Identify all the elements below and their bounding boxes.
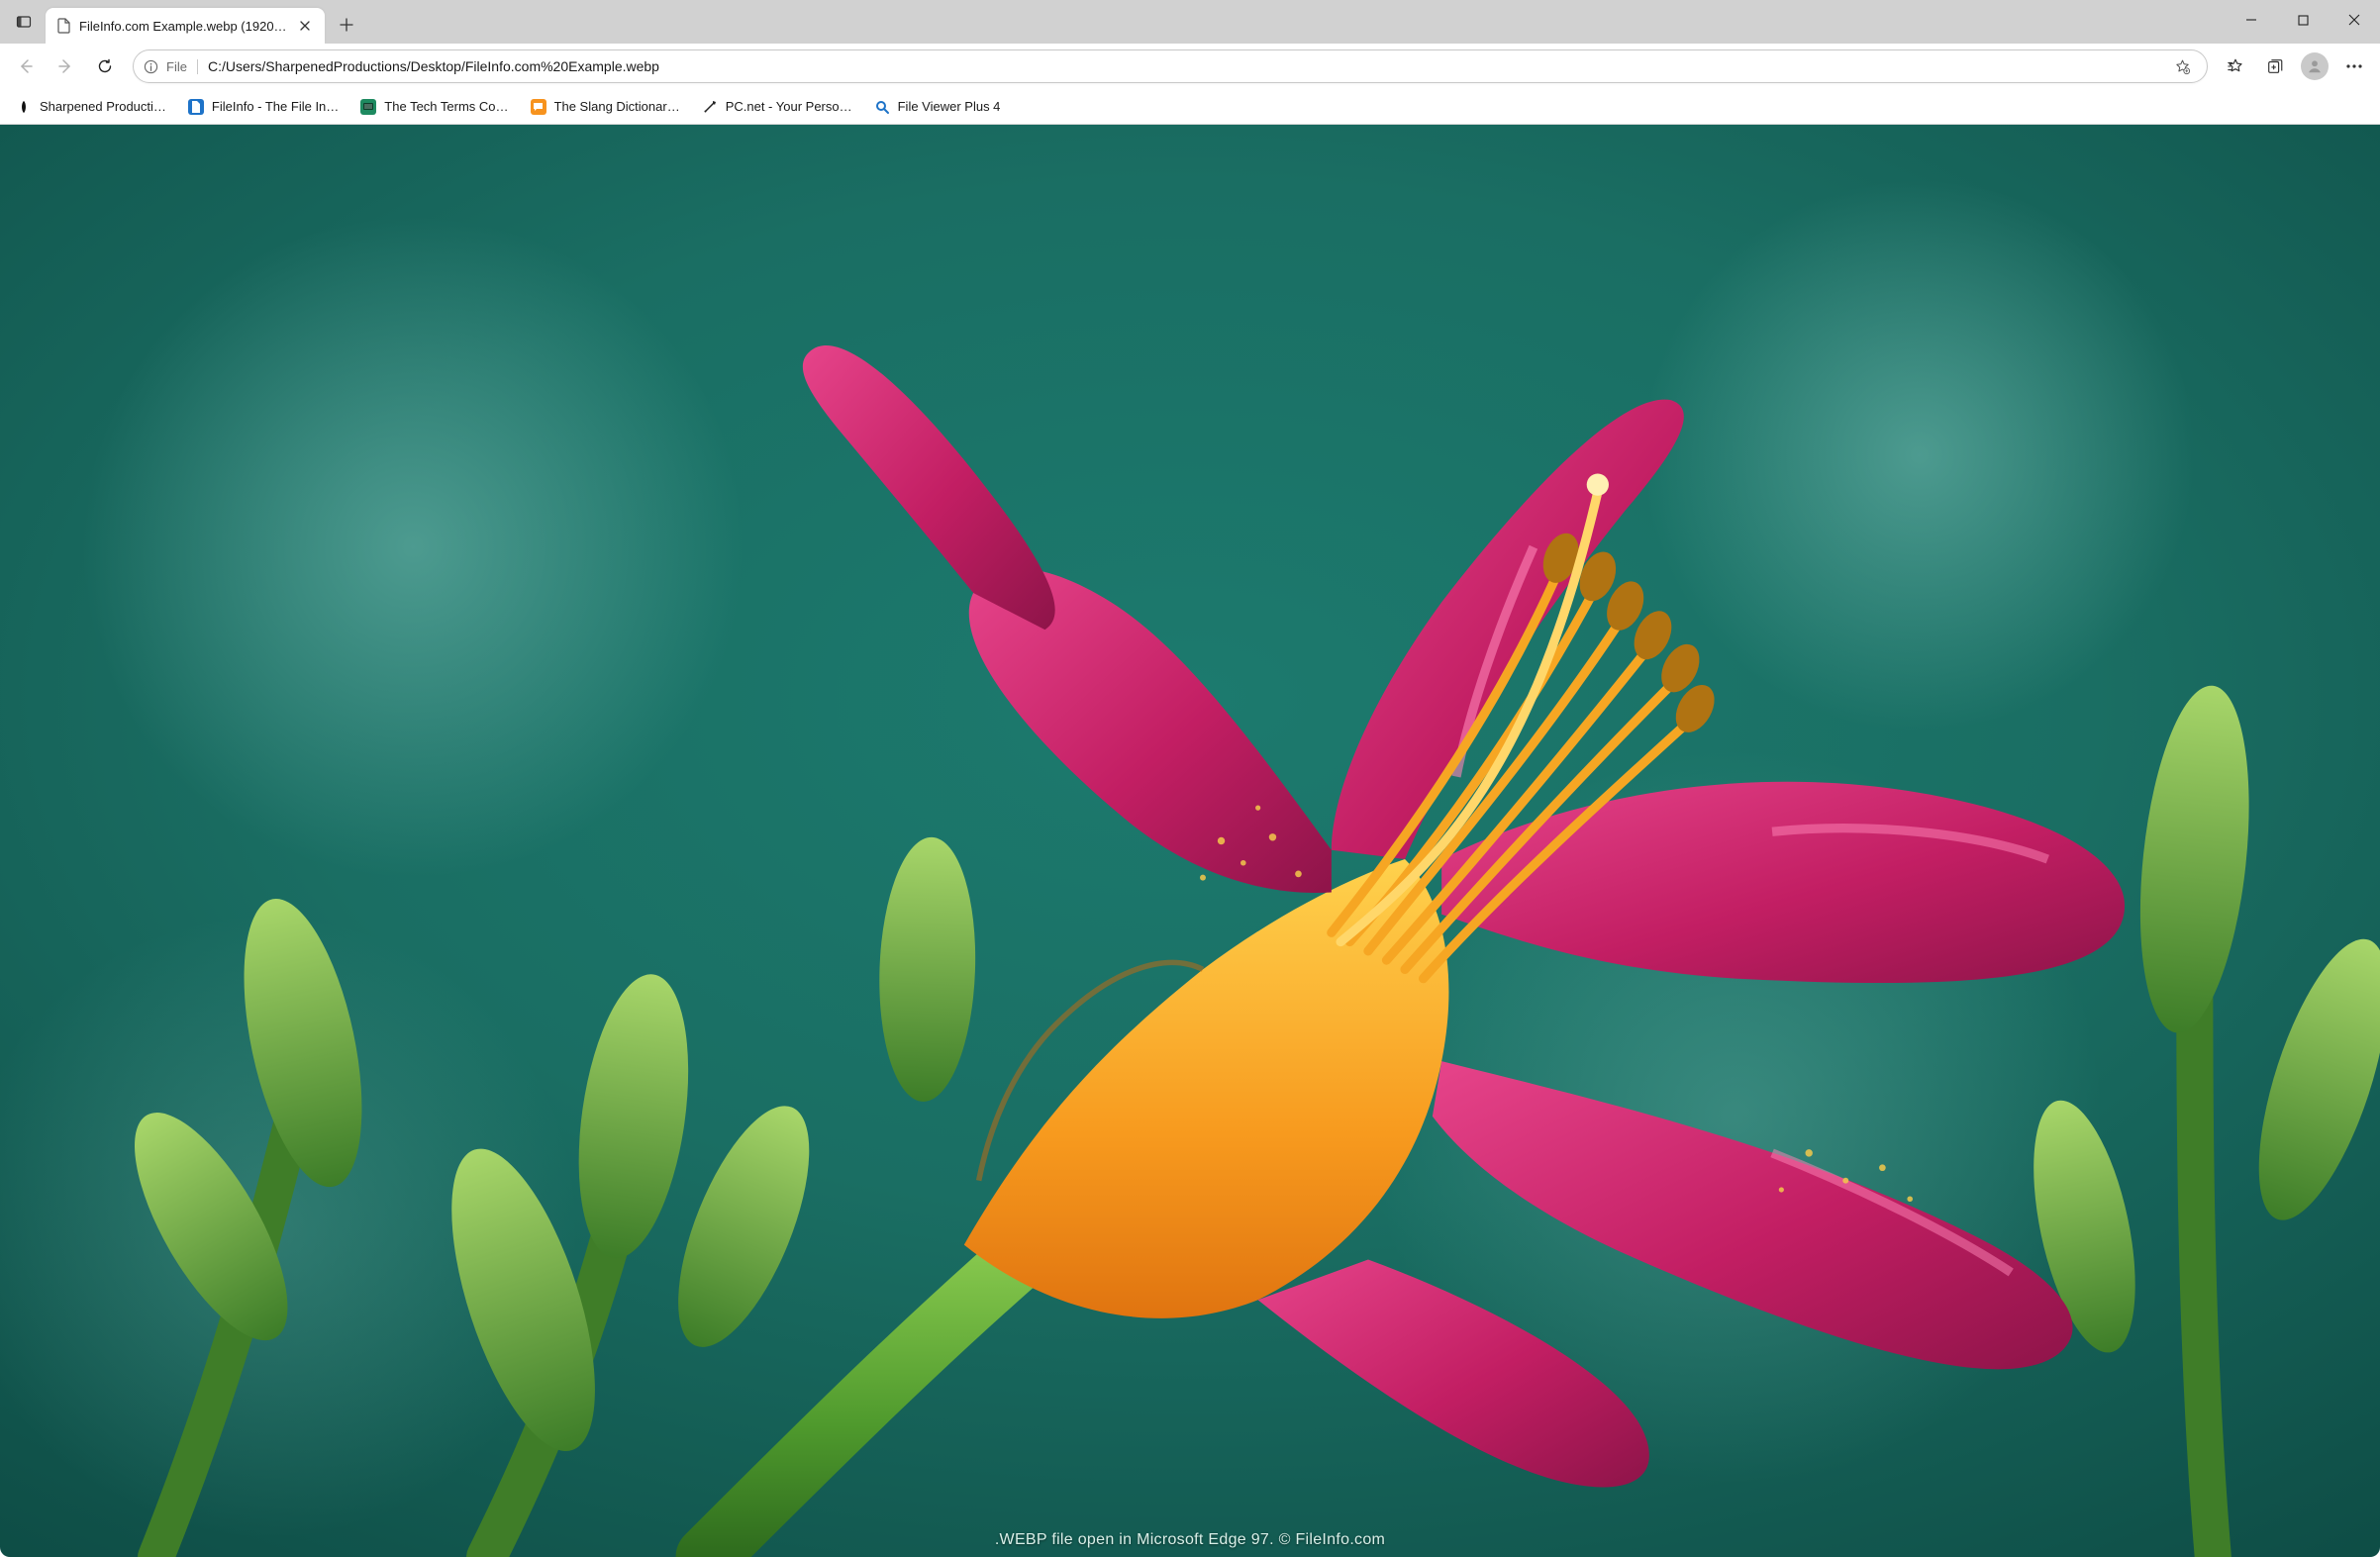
window-minimize-button[interactable] [2226, 0, 2277, 40]
close-icon [2348, 14, 2360, 26]
bookmark-favicon [360, 99, 376, 115]
toolbar: File C:/Users/SharpenedProductions/Deskt… [0, 44, 2380, 89]
new-tab-button[interactable] [331, 9, 362, 41]
address-scheme-label: File [166, 59, 187, 74]
bookmark-label: File Viewer Plus 4 [898, 99, 1001, 114]
content-viewport: .WEBP file open in Microsoft Edge 97. © … [0, 125, 2380, 1557]
favorites-button[interactable] [2218, 49, 2253, 84]
close-icon [300, 21, 310, 31]
bookmark-item[interactable]: Sharpened Producti… [8, 95, 174, 119]
arrow-left-icon [17, 57, 35, 75]
address-bar[interactable]: File C:/Users/SharpenedProductions/Deskt… [133, 49, 2208, 83]
bookmark-favicon [531, 99, 546, 115]
image-container[interactable] [0, 125, 2380, 1557]
favorites-icon [2227, 57, 2244, 75]
nav-back-button[interactable] [8, 49, 44, 84]
address-scheme[interactable]: File [144, 59, 198, 74]
bookmark-favicon [188, 99, 204, 115]
bookmark-label: PC.net - Your Perso… [726, 99, 852, 114]
info-icon [144, 59, 158, 74]
bookmark-item[interactable]: FileInfo - The File In… [180, 95, 347, 119]
refresh-icon [96, 57, 114, 75]
settings-menu-button[interactable] [2336, 49, 2372, 84]
bookmark-favicon [874, 99, 890, 115]
bookmarks-bar: Sharpened Producti… FileInfo - The File … [0, 89, 2380, 125]
read-aloud-button[interactable] [2167, 51, 2197, 81]
bookmark-label: Sharpened Producti… [40, 99, 166, 114]
address-url: C:/Users/SharpenedProductions/Desktop/Fi… [208, 58, 2167, 74]
ellipsis-icon [2345, 64, 2363, 68]
profile-button[interactable] [2297, 49, 2332, 84]
maximize-icon [2298, 15, 2309, 26]
titlebar: FileInfo.com Example.webp (1920… [0, 0, 2380, 44]
tab-actions-icon [16, 14, 32, 30]
star-plus-icon [2174, 58, 2191, 75]
bookmark-label: The Slang Dictionar… [554, 99, 680, 114]
tab-title: FileInfo.com Example.webp (1920… [79, 19, 287, 34]
bookmark-favicon [16, 99, 32, 115]
bookmark-favicon [702, 99, 718, 115]
nav-refresh-button[interactable] [87, 49, 123, 84]
tab-actions-button[interactable] [6, 4, 42, 40]
window-maximize-button[interactable] [2277, 0, 2329, 40]
tab-close-button[interactable] [295, 16, 315, 36]
bookmark-item[interactable]: PC.net - Your Perso… [694, 95, 860, 119]
avatar-icon [2301, 52, 2329, 80]
nav-forward-button[interactable] [48, 49, 83, 84]
displayed-image [0, 125, 2380, 1557]
bookmark-label: FileInfo - The File In… [212, 99, 339, 114]
arrow-right-icon [56, 57, 74, 75]
bookmark-label: The Tech Terms Co… [384, 99, 508, 114]
collections-icon [2266, 57, 2284, 75]
collections-button[interactable] [2257, 49, 2293, 84]
browser-tab-active[interactable]: FileInfo.com Example.webp (1920… [46, 8, 325, 44]
plus-icon [340, 18, 353, 32]
image-caption: .WEBP file open in Microsoft Edge 97. © … [0, 1531, 2380, 1549]
bookmark-item[interactable]: The Slang Dictionar… [523, 95, 688, 119]
bookmark-item[interactable]: The Tech Terms Co… [352, 95, 516, 119]
minimize-icon [2245, 14, 2257, 26]
bookmark-item[interactable]: File Viewer Plus 4 [866, 95, 1009, 119]
file-icon [57, 18, 71, 34]
window-close-button[interactable] [2329, 0, 2380, 40]
window-controls [2226, 0, 2380, 44]
